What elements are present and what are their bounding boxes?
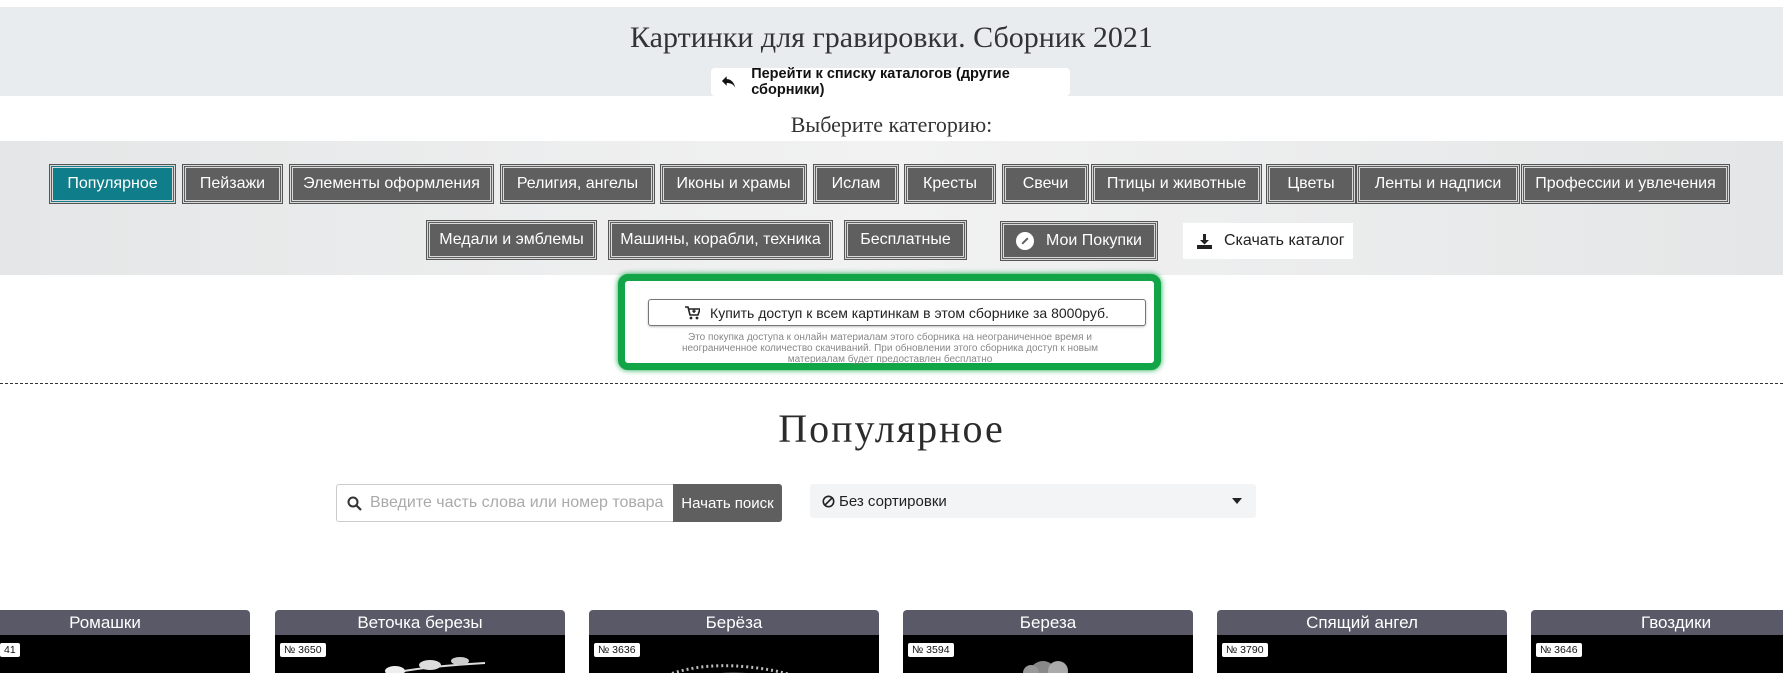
- category-label: Элементы оформления: [303, 175, 480, 192]
- category-crosses[interactable]: Кресты: [904, 164, 996, 204]
- product-number: № 3636: [594, 643, 640, 657]
- sort-selected-label: Без сортировки: [839, 492, 947, 510]
- category-popular[interactable]: Популярное: [49, 164, 176, 204]
- cart-icon: [685, 305, 701, 319]
- category-medals-emblems[interactable]: Медали и эмблемы: [426, 220, 597, 260]
- category-religion-angels[interactable]: Религия, ангелы: [500, 164, 655, 204]
- category-ribbons-inscriptions[interactable]: Ленты и надписи: [1356, 164, 1520, 204]
- category-label: Бесплатные: [860, 231, 951, 248]
- category-label: Свечи: [1022, 175, 1069, 192]
- product-number: № 3650: [280, 643, 326, 657]
- download-catalog-label: Скачать каталог: [1224, 232, 1345, 249]
- search-field: [336, 484, 673, 522]
- product-card[interactable]: Ромашки 41: [0, 610, 250, 673]
- category-flowers[interactable]: Цветы: [1266, 164, 1356, 204]
- search-button[interactable]: Начать поиск: [673, 484, 782, 522]
- product-number: № 3790: [1222, 643, 1268, 657]
- section-title: Популярное: [778, 406, 1005, 451]
- product-image: № 3636: [589, 635, 879, 673]
- product-number: № 3594: [908, 643, 954, 657]
- engraving-preview: [668, 664, 790, 673]
- product-card[interactable]: Веточка березы № 3650: [275, 610, 565, 673]
- buy-all-access-button[interactable]: Купить доступ к всем картинкам в этом сб…: [648, 299, 1146, 326]
- product-image: № 3790: [1217, 635, 1507, 673]
- category-landscapes[interactable]: Пейзажи: [182, 164, 283, 204]
- product-number: 41: [0, 643, 20, 657]
- category-label: Птицы и животные: [1106, 175, 1247, 192]
- category-icons-temples[interactable]: Иконы и храмы: [660, 164, 807, 204]
- product-title: Берёза: [589, 610, 879, 635]
- product-title: Веточка березы: [275, 610, 565, 635]
- category-label: Пейзажи: [199, 175, 266, 192]
- no-sort-icon: [822, 495, 835, 507]
- product-card[interactable]: Берёза № 3636: [589, 610, 879, 673]
- category-label: Иконы и храмы: [676, 175, 791, 192]
- sort-select[interactable]: Без сортировки: [810, 484, 1256, 518]
- buy-button-label: Купить доступ к всем картинкам в этом сб…: [710, 304, 1109, 321]
- back-to-catalogs-link[interactable]: Перейти к списку каталогов (другие сборн…: [711, 66, 1070, 98]
- category-label: Цветы: [1287, 175, 1335, 192]
- purchases-icon: [1016, 232, 1035, 250]
- category-label: Кресты: [923, 175, 977, 192]
- category-professions-hobbies[interactable]: Профессии и увлечения: [1521, 164, 1730, 204]
- category-candles[interactable]: Свечи: [1002, 164, 1089, 204]
- category-label: Медали и эмблемы: [439, 231, 584, 248]
- download-icon: [1197, 233, 1212, 249]
- category-vehicles-ships[interactable]: Машины, корабли, техника: [608, 220, 833, 260]
- choose-category-label: Выберите категорию:: [790, 112, 993, 137]
- category-label: Популярное: [67, 175, 158, 192]
- category-free[interactable]: Бесплатные: [844, 220, 967, 260]
- my-purchases-button[interactable]: Мои Покупки: [1000, 221, 1158, 261]
- category-label: Религия, ангелы: [516, 175, 639, 192]
- my-purchases-label: Мои Покупки: [1046, 232, 1142, 249]
- catalog-header: Картинки для гравировки. Сборник 2021 Пе…: [0, 7, 1783, 98]
- category-birds-animals[interactable]: Птицы и животные: [1091, 164, 1262, 204]
- product-number: № 3646: [1536, 643, 1582, 657]
- category-design-elements[interactable]: Элементы оформления: [289, 164, 494, 204]
- back-link-label: Перейти к списку каталогов (другие сборн…: [751, 66, 1010, 98]
- category-islam[interactable]: Ислам: [813, 164, 899, 204]
- engraving-preview: [1023, 661, 1068, 673]
- product-image: 41: [0, 635, 250, 673]
- chevron-down-icon: [1232, 498, 1242, 504]
- product-image: № 3646: [1531, 635, 1783, 673]
- search-input[interactable]: [370, 494, 670, 512]
- download-catalog-button[interactable]: Скачать каталог: [1183, 223, 1353, 259]
- product-card[interactable]: Гвоздики № 3646: [1531, 610, 1783, 673]
- category-label: Машины, корабли, техника: [620, 231, 821, 248]
- product-image: № 3650: [275, 635, 565, 673]
- reply-arrow-icon: [721, 76, 736, 88]
- product-title: Ромашки: [0, 610, 250, 635]
- product-image: № 3594: [903, 635, 1193, 673]
- engraving-preview: [385, 657, 486, 673]
- product-title: Гвоздики: [1531, 610, 1783, 635]
- product-title: Спящий ангел: [1217, 610, 1507, 635]
- category-label: Ислам: [831, 175, 881, 192]
- category-label: Профессии и увлечения: [1535, 175, 1716, 192]
- search-form: Начать поиск: [336, 484, 782, 522]
- promo-box: Купить доступ к всем картинкам в этом сб…: [618, 274, 1161, 370]
- product-card[interactable]: Береза № 3594: [903, 610, 1193, 673]
- search-icon: [347, 496, 362, 511]
- product-card[interactable]: Спящий ангел № 3790: [1217, 610, 1507, 673]
- promo-note: Это покупка доступа к онлайн материалам …: [681, 332, 1099, 365]
- section-divider: [0, 383, 1783, 384]
- page-title: Картинки для гравировки. Сборник 2021: [630, 21, 1153, 54]
- category-label: Ленты и надписи: [1374, 175, 1502, 192]
- product-title: Береза: [903, 610, 1193, 635]
